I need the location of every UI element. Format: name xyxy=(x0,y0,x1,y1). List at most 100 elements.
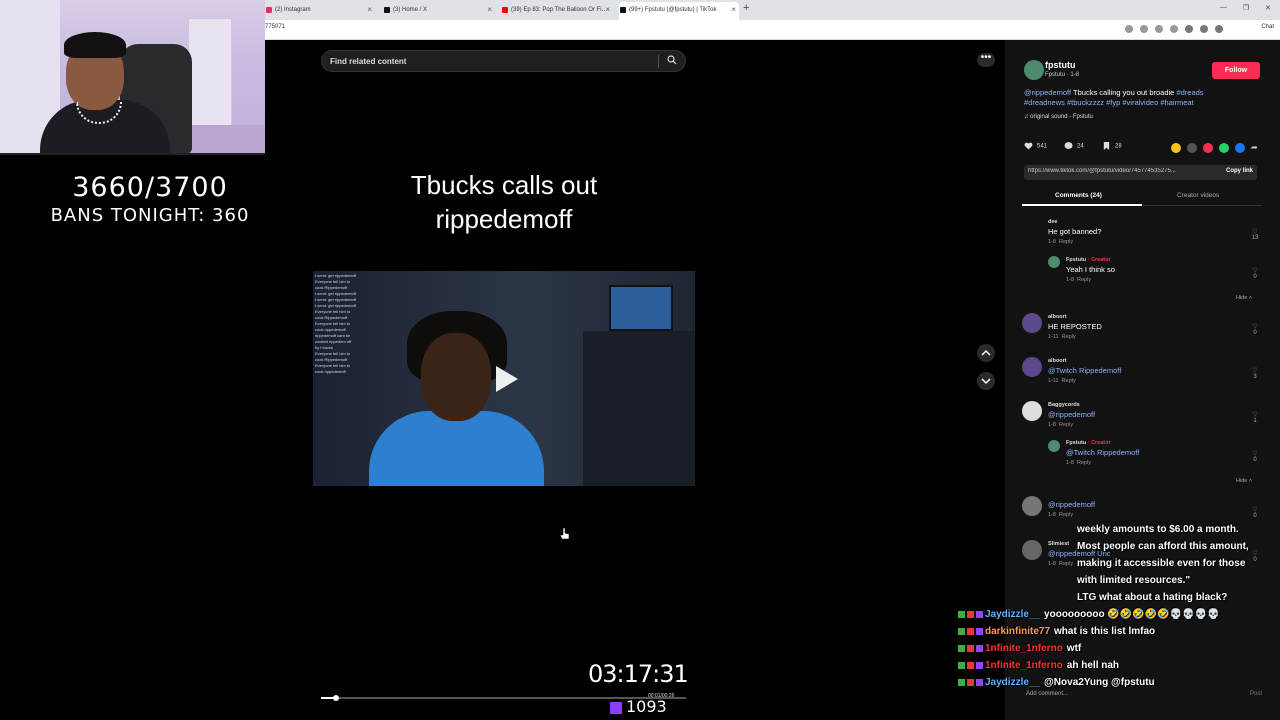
comment-like[interactable]: ♡ 0 xyxy=(1250,267,1260,280)
tab-tiktok[interactable]: (99+) Fpstutu (@fpstutu) | TikTok × xyxy=(619,2,739,20)
reply-button[interactable]: Reply xyxy=(1059,239,1073,245)
more-options-button[interactable]: ••• xyxy=(977,53,995,67)
reply-button[interactable]: Reply xyxy=(1077,277,1091,283)
sound-link[interactable]: ♫ original sound - Fpstutu xyxy=(1024,114,1093,120)
comment-user[interactable]: Baggycords xyxy=(1048,402,1095,408)
reply-button[interactable]: Reply xyxy=(1059,422,1073,428)
play-icon[interactable] xyxy=(492,364,520,394)
comment-like[interactable]: ♡ 0 xyxy=(1250,506,1260,519)
refresh-icon[interactable] xyxy=(1170,25,1178,33)
chat-badge-icon xyxy=(958,661,965,669)
tab-creator-videos[interactable]: Creator videos xyxy=(1177,192,1219,199)
search-icon[interactable] xyxy=(667,55,677,65)
chat-message: Jaydizzle__ yooooooooo 🤣🤣🤣🤣🤣💀💀💀💀 xyxy=(958,609,1219,620)
comment-text[interactable]: @Twitch Rippedemoff xyxy=(1066,448,1139,457)
tab-x[interactable]: (3) Home / X × xyxy=(383,2,495,20)
copy-link-button[interactable]: Copy link xyxy=(1226,168,1253,174)
instagram-icon xyxy=(266,7,272,13)
comment-text[interactable]: @rippedemoff xyxy=(1048,410,1095,419)
chat-text: with limited resources." xyxy=(1077,575,1191,586)
extension-icon[interactable] xyxy=(1155,25,1163,33)
avatar[interactable] xyxy=(1022,313,1042,333)
hide-replies-button[interactable]: Hide ˄ xyxy=(1236,295,1252,301)
comment-like[interactable]: ♡ 0 xyxy=(1250,450,1260,463)
description-mention[interactable]: @rippedemoff xyxy=(1024,88,1071,97)
creator-name[interactable]: fpstutu xyxy=(1045,60,1076,70)
twitch-icon xyxy=(610,701,622,714)
reply-button[interactable]: Reply xyxy=(1062,378,1076,384)
avatar[interactable] xyxy=(1022,218,1042,238)
comment-user[interactable]: alboort xyxy=(1048,314,1102,320)
avatar[interactable] xyxy=(1022,496,1042,516)
close-icon[interactable]: × xyxy=(731,2,736,18)
comment-user[interactable]: alboort xyxy=(1048,358,1121,364)
avatar[interactable] xyxy=(1022,401,1042,421)
post-button[interactable]: Post xyxy=(1250,691,1262,697)
tab-instagram[interactable]: (2) Instagram × xyxy=(265,2,375,20)
sound-name[interactable]: original sound - Fpstutu xyxy=(1030,114,1093,120)
chat-button[interactable]: Chat xyxy=(1261,24,1274,30)
comment-like[interactable]: ♡ 13 xyxy=(1250,228,1260,241)
address-bar[interactable]: 775071 Chat xyxy=(265,20,1280,40)
chat-message: darkinfinite77 what is this list lmfao xyxy=(958,626,1155,637)
comment-user[interactable]: Fpstutu xyxy=(1066,257,1086,263)
close-window-icon[interactable]: ✕ xyxy=(1265,4,1271,12)
whatsapp-icon[interactable] xyxy=(1219,143,1229,153)
comment-like[interactable]: ♡ 1 xyxy=(1250,411,1260,424)
save-stat[interactable]: 28 xyxy=(1102,142,1122,150)
reply-button[interactable]: Reply xyxy=(1077,460,1091,466)
reply-button[interactable]: Reply xyxy=(1059,512,1073,518)
comment-text: HE REPOSTED xyxy=(1048,322,1102,331)
creator-avatar[interactable] xyxy=(1024,60,1044,80)
tab-youtube[interactable]: (39) Ep 83: Pop The Balloon Or Fi… × xyxy=(501,2,613,20)
embed-icon[interactable] xyxy=(1187,143,1197,153)
close-icon[interactable]: × xyxy=(367,2,372,18)
send-icon[interactable] xyxy=(1203,143,1213,153)
comment-user[interactable]: dee xyxy=(1048,219,1101,225)
follow-button[interactable]: Follow xyxy=(1212,62,1260,79)
chat-badge-icon xyxy=(967,644,974,652)
hide-replies-button[interactable]: Hide ˄ xyxy=(1236,478,1252,484)
save-count: 28 xyxy=(1115,143,1122,150)
menu-icon[interactable] xyxy=(1215,25,1223,33)
comment-date: 1-8 xyxy=(1048,512,1056,518)
comment-like[interactable]: ♡ 3 xyxy=(1250,367,1260,380)
chat-message: making it accessible even for those xyxy=(1077,558,1245,569)
progress-knob[interactable] xyxy=(332,695,339,701)
avatar[interactable] xyxy=(1022,357,1042,377)
close-icon[interactable]: × xyxy=(605,2,610,18)
comment-user[interactable]: Fpstutu xyxy=(1066,440,1086,446)
tab-comments[interactable]: Comments (24) xyxy=(1055,192,1102,199)
comment-stat[interactable]: 24 xyxy=(1064,142,1084,150)
reply-button[interactable]: Reply xyxy=(1062,334,1076,340)
chevron-down-icon[interactable] xyxy=(977,372,995,390)
chevron-up-icon[interactable] xyxy=(977,344,995,362)
puzzle-icon[interactable] xyxy=(1185,25,1193,33)
video-link[interactable]: https://www.tiktok.com/@fpstutu/video/74… xyxy=(1028,168,1213,174)
viewer-number: 1093 xyxy=(626,697,667,716)
star-icon[interactable] xyxy=(1140,25,1148,33)
avatar[interactable] xyxy=(1048,256,1060,268)
profile-icon[interactable] xyxy=(1200,25,1208,33)
close-icon[interactable]: × xyxy=(487,2,492,18)
chat-text: yooooooooo 🤣🤣🤣🤣🤣💀💀💀💀 xyxy=(1044,609,1220,620)
comment-text[interactable]: @Twitch Rippedemoff xyxy=(1048,366,1121,375)
search-input[interactable] xyxy=(330,54,650,69)
comment-text: He got banned? xyxy=(1048,227,1102,236)
facebook-icon[interactable] xyxy=(1235,143,1245,153)
comment-text[interactable]: @rippedemoff xyxy=(1048,500,1095,509)
avatar[interactable] xyxy=(1048,440,1060,452)
search-bar[interactable] xyxy=(321,50,686,72)
new-tab-button[interactable]: + xyxy=(743,2,749,14)
minimize-icon[interactable]: — xyxy=(1220,4,1227,11)
chat-message: 1nfinite_1nferno wtf xyxy=(958,643,1081,654)
like-stat[interactable]: 541 xyxy=(1024,142,1047,150)
share-gold-icon[interactable] xyxy=(1171,143,1181,153)
url-text[interactable]: 775071 xyxy=(265,24,285,30)
share-arrow-icon[interactable]: ➦ xyxy=(1251,143,1261,153)
comment-like[interactable]: ♡ 0 xyxy=(1250,323,1260,336)
comment-input[interactable]: Add comment... xyxy=(1026,691,1068,697)
install-icon[interactable] xyxy=(1125,25,1133,33)
add-comment-bar[interactable]: Add comment... Post xyxy=(1022,688,1262,704)
maximize-icon[interactable]: ❐ xyxy=(1243,4,1249,12)
